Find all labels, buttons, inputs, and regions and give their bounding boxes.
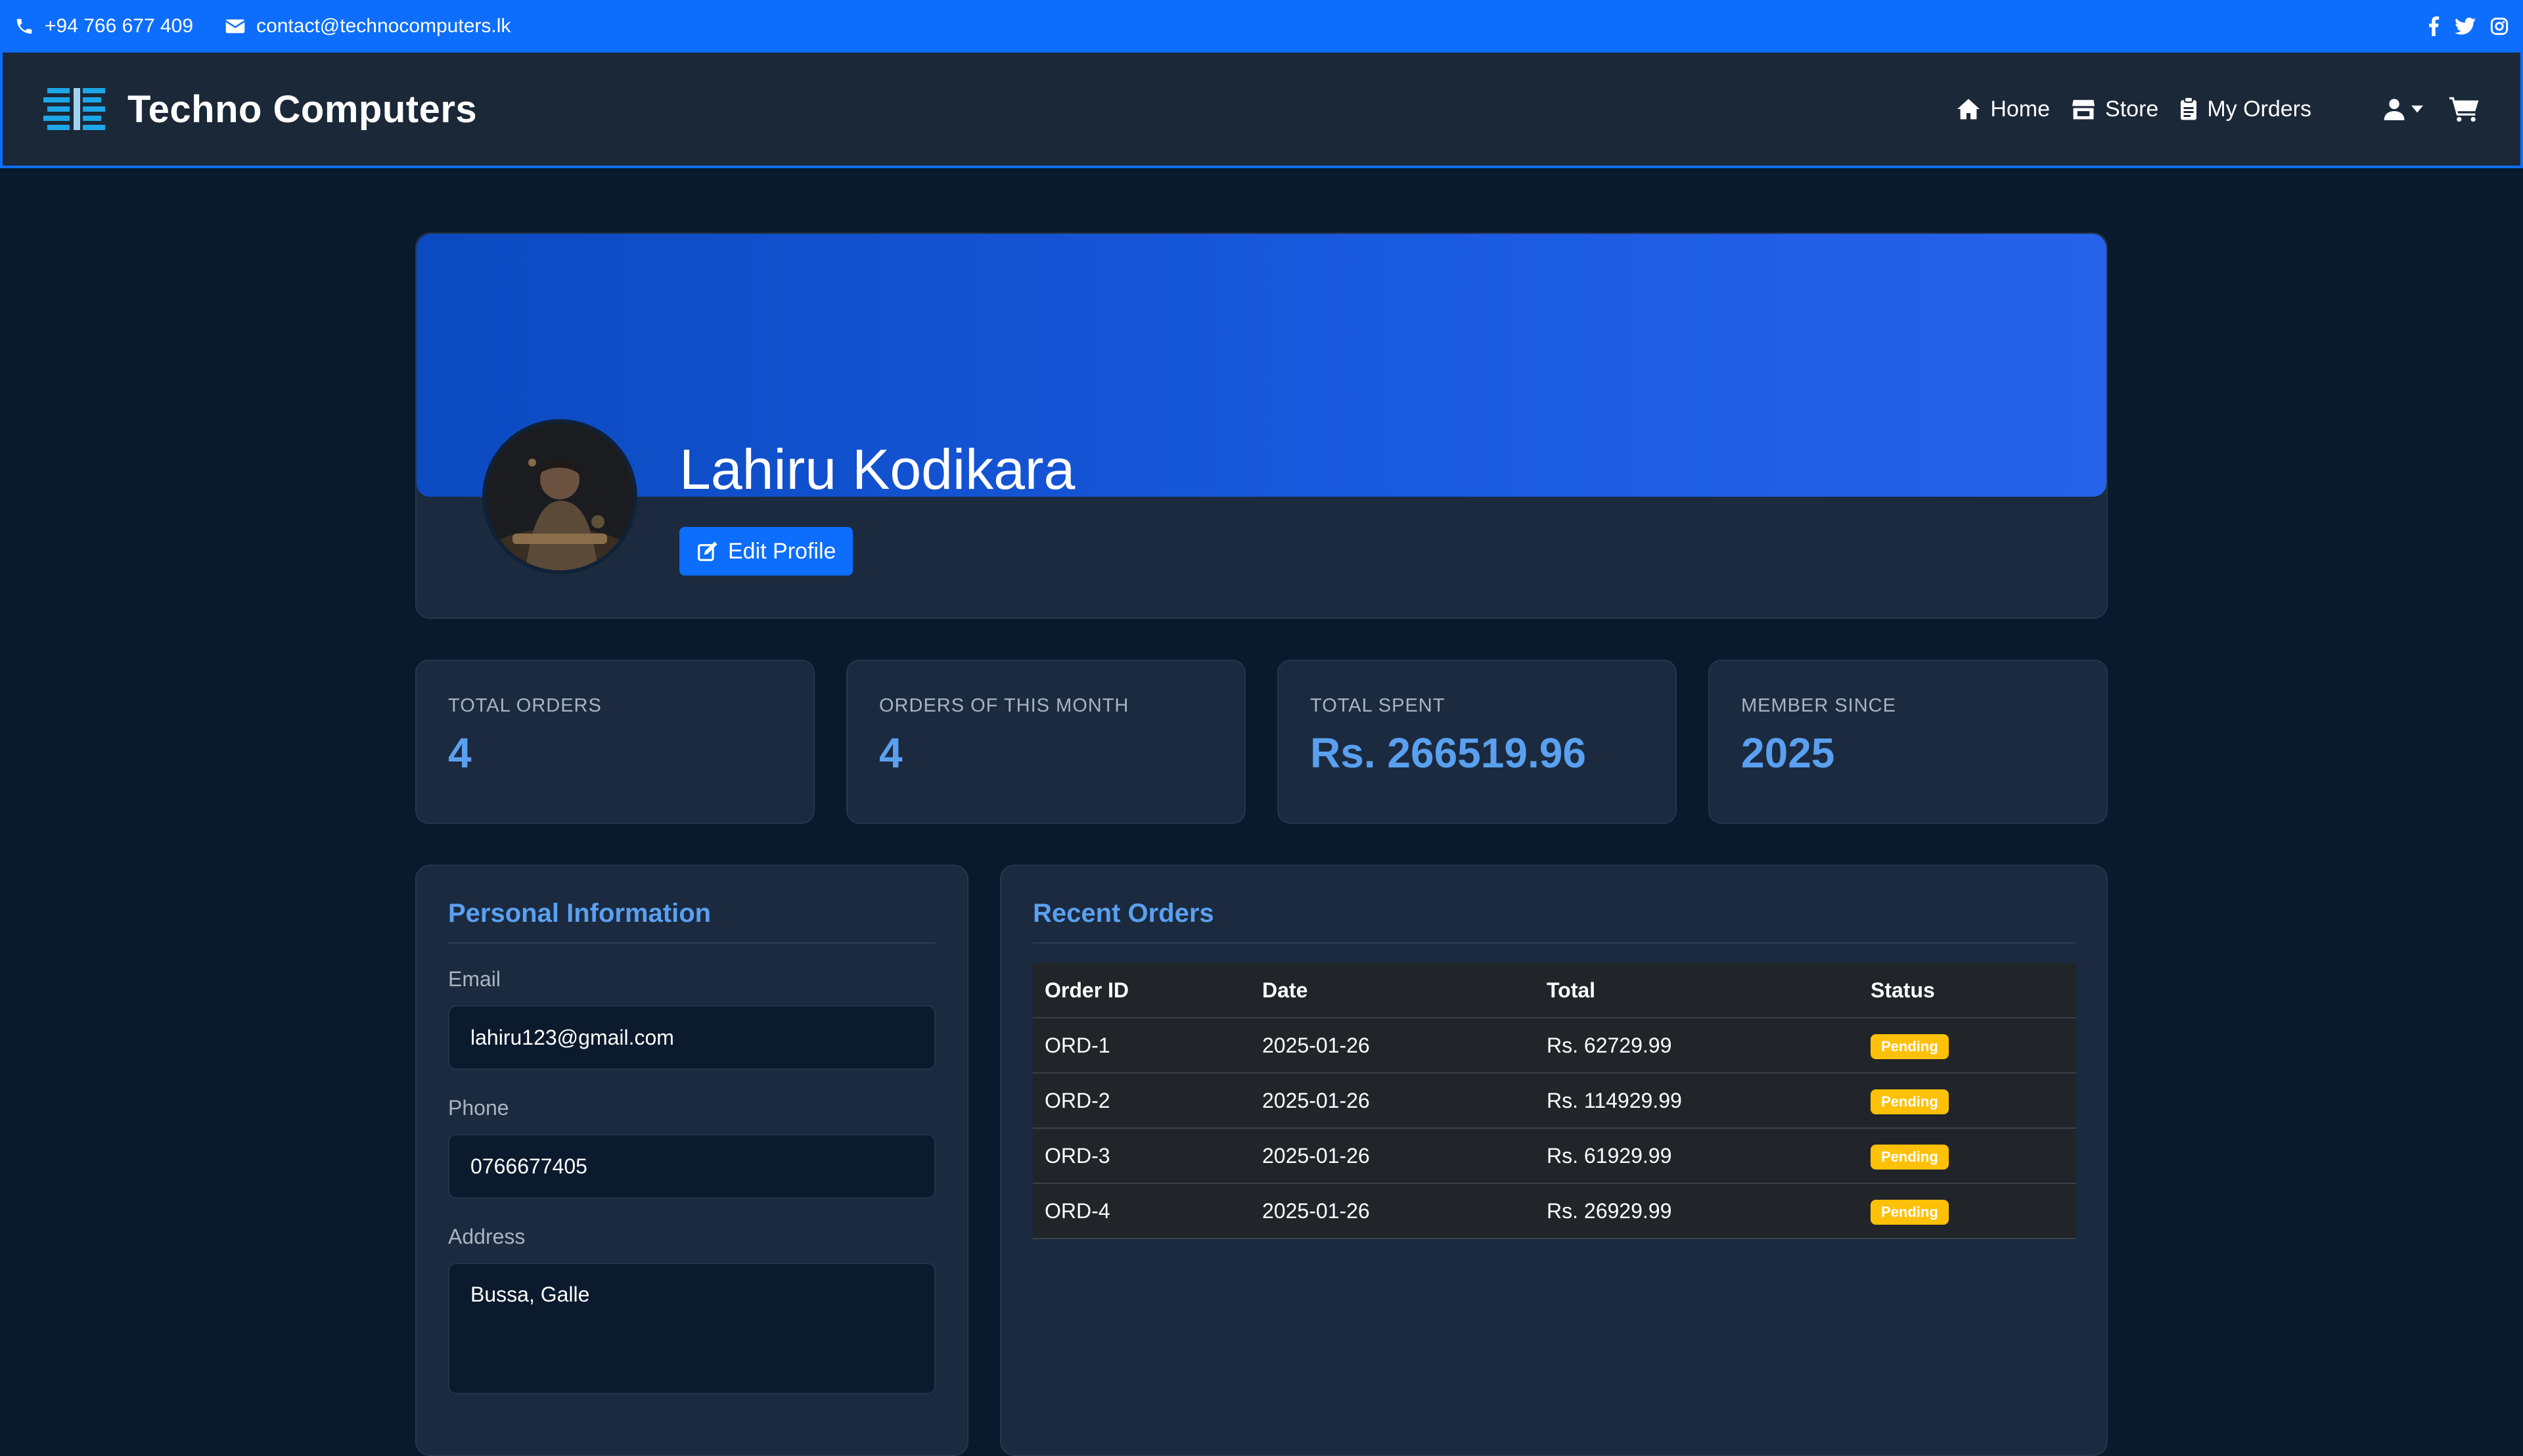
stat-orders-this-month: ORDERS OF THIS MONTH 4: [846, 660, 1246, 824]
stat-value: Rs. 266519.96: [1310, 729, 1586, 777]
phone-field[interactable]: 0766677405: [448, 1134, 936, 1198]
user-menu-toggle[interactable]: [2384, 98, 2423, 120]
personal-info-panel: Personal Information Email lahiru123@gma…: [415, 865, 968, 1456]
instagram-icon[interactable]: [2490, 17, 2509, 35]
table-row[interactable]: ORD-1 2025-01-26 Rs. 62729.99 Pending: [1033, 1018, 2076, 1074]
stat-value: 4: [879, 729, 903, 777]
order-id: ORD-4: [1033, 1183, 1250, 1239]
stat-label: MEMBER SINCE: [1741, 695, 1896, 716]
order-total: Rs. 61929.99: [1535, 1128, 1859, 1184]
contact-bar: +94 766 677 409 contact@technocomputers.…: [0, 0, 2523, 53]
profile-card: Lahiru Kodikara Edit Profile: [415, 233, 2108, 619]
order-total: Rs. 114929.99: [1535, 1073, 1859, 1129]
order-status-cell: Pending: [1859, 1018, 2076, 1074]
orders-table: Order ID Date Total Status ORD-1 2025-01…: [1033, 963, 2076, 1239]
email-contact[interactable]: contact@technocomputers.lk: [225, 15, 511, 37]
email-field[interactable]: lahiru123@gmail.com: [448, 1005, 936, 1070]
avatar-photo: [486, 423, 633, 570]
nav-store[interactable]: Store: [2071, 97, 2158, 122]
email-text: contact@technocomputers.lk: [256, 15, 511, 37]
column-header-order-id: Order ID: [1033, 963, 1250, 1018]
edit-profile-label: Edit Profile: [728, 538, 836, 564]
order-date: 2025-01-26: [1250, 1128, 1535, 1184]
table-row[interactable]: ORD-4 2025-01-26 Rs. 26929.99 Pending: [1033, 1183, 2076, 1239]
nav-icons: [2384, 96, 2480, 122]
order-status-cell: Pending: [1859, 1183, 2076, 1239]
phone-icon: [16, 18, 32, 34]
nav-my-orders-label: My Orders: [2207, 96, 2311, 122]
nav-home[interactable]: Home: [1956, 97, 2050, 122]
edit-icon: [698, 541, 717, 561]
order-status-cell: Pending: [1859, 1128, 2076, 1184]
stat-total-spent: TOTAL SPENT Rs. 266519.96: [1277, 660, 1677, 824]
stat-label: TOTAL ORDERS: [448, 695, 602, 716]
phone-contact[interactable]: +94 766 677 409: [14, 15, 193, 37]
column-header-total: Total: [1535, 963, 1859, 1018]
order-total: Rs. 26929.99: [1535, 1183, 1859, 1239]
clipboard-icon: [2181, 97, 2197, 120]
home-icon: [1957, 99, 1980, 120]
stat-label: ORDERS OF THIS MONTH: [879, 695, 1129, 716]
table-row[interactable]: ORD-2 2025-01-26 Rs. 114929.99 Pending: [1033, 1073, 2076, 1129]
stat-total-orders: TOTAL ORDERS 4: [415, 660, 815, 824]
user-icon: [2384, 99, 2405, 120]
order-id: ORD-1: [1033, 1018, 1250, 1074]
panel-title: Personal Information: [448, 899, 712, 928]
stat-value: 2025: [1741, 729, 1835, 777]
recent-orders-panel: Recent Orders Order ID Date Total Status…: [1000, 865, 2108, 1456]
main-navbar: Techno Computers Home Store My Orders: [0, 53, 2523, 168]
nav-store-label: Store: [2105, 96, 2159, 122]
email-label: Email: [448, 967, 501, 991]
stat-value: 4: [448, 729, 472, 777]
order-date: 2025-01-26: [1250, 1183, 1535, 1239]
divider: [1033, 942, 2075, 944]
envelope-icon: [225, 19, 246, 34]
phone-label: Phone: [448, 1096, 509, 1120]
status-badge: Pending: [1871, 1144, 1949, 1170]
nav-my-orders[interactable]: My Orders: [2179, 97, 2311, 122]
order-total: Rs. 62729.99: [1535, 1018, 1859, 1074]
brand-logo-icon: [43, 88, 105, 130]
order-status-cell: Pending: [1859, 1073, 2076, 1129]
profile-name: Lahiru Kodikara: [679, 438, 1076, 501]
status-badge: Pending: [1871, 1199, 1949, 1225]
column-header-date: Date: [1250, 963, 1535, 1018]
caret-down-icon: [2411, 105, 2423, 113]
column-header-status: Status: [1859, 963, 2076, 1018]
order-date: 2025-01-26: [1250, 1073, 1535, 1129]
cart-icon[interactable]: [2449, 96, 2480, 122]
social-links: [2427, 16, 2509, 36]
stat-member-since: MEMBER SINCE 2025: [1708, 660, 2108, 824]
status-badge: Pending: [1871, 1034, 1949, 1059]
twitter-icon[interactable]: [2455, 17, 2476, 35]
divider: [448, 942, 936, 944]
phone-text: +94 766 677 409: [45, 15, 194, 37]
edit-profile-button[interactable]: Edit Profile: [679, 527, 853, 576]
stat-label: TOTAL SPENT: [1310, 695, 1445, 716]
order-id: ORD-2: [1033, 1073, 1250, 1129]
facebook-icon[interactable]: [2427, 16, 2440, 36]
address-field[interactable]: Bussa, Galle: [448, 1263, 936, 1394]
address-label: Address: [448, 1225, 526, 1248]
avatar: [482, 419, 637, 574]
nav-links: Home Store My Orders: [1935, 97, 2311, 122]
order-date: 2025-01-26: [1250, 1018, 1535, 1074]
status-badge: Pending: [1871, 1089, 1949, 1114]
brand[interactable]: Techno Computers: [43, 83, 477, 135]
table-header-row: Order ID Date Total Status: [1033, 963, 2076, 1018]
order-id: ORD-3: [1033, 1128, 1250, 1184]
store-icon: [2072, 100, 2095, 120]
panel-title: Recent Orders: [1033, 899, 1214, 928]
brand-title: Techno Computers: [127, 87, 478, 131]
profile-banner: [417, 234, 2106, 497]
nav-home-label: Home: [1990, 96, 2051, 122]
table-row[interactable]: ORD-3 2025-01-26 Rs. 61929.99 Pending: [1033, 1128, 2076, 1184]
